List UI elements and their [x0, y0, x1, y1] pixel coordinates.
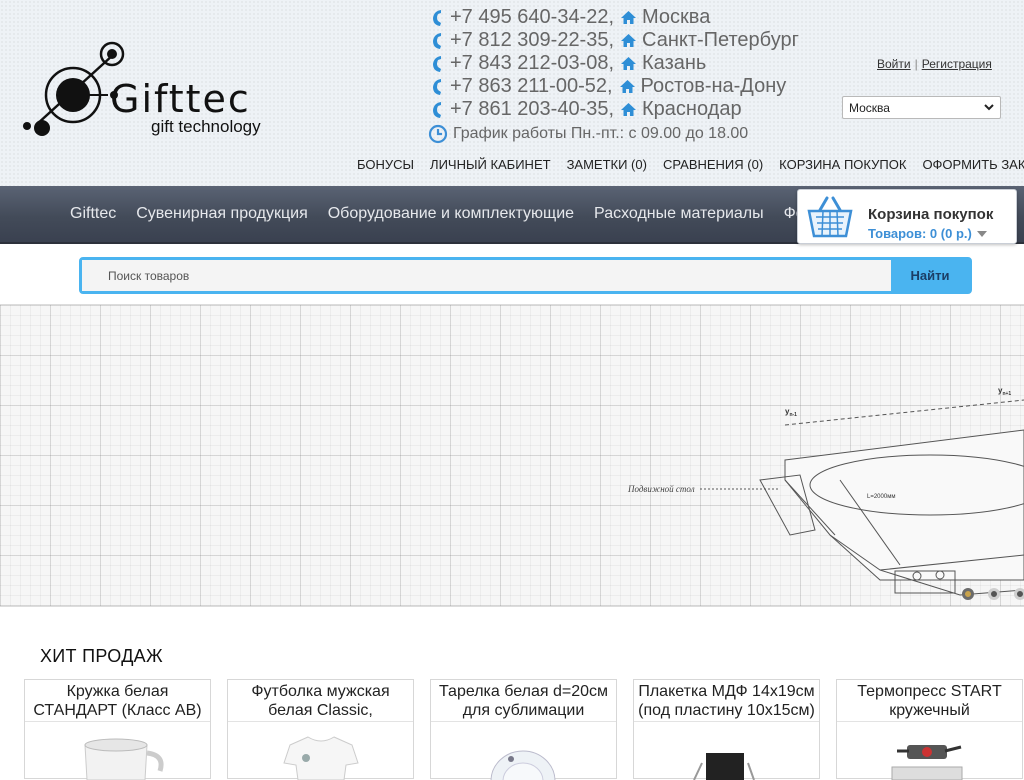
clock-icon	[428, 124, 448, 144]
contact-city: Ростов-на-Дону	[640, 75, 787, 97]
phone-number[interactable]: +7 861 203-40-35,	[450, 98, 614, 121]
phone-number[interactable]: +7 812 309-22-35,	[450, 29, 614, 52]
phone-number[interactable]: +7 495 640-34-22,	[450, 6, 614, 29]
main-nav-items: Gifttec Сувенирная продукция Оборудование …	[60, 186, 815, 242]
home-icon	[621, 103, 637, 116]
product-card[interactable]: Плакетка МДФ 14х19см (под пластину 10х15…	[633, 679, 820, 780]
cart-summary[interactable]: Товаров: 0 (0 р.)	[868, 226, 987, 241]
top-links: БОНУСЫ ЛИЧНЫЙ КАБИНЕТ ЗАМЕТКИ (0) СРАВНЕНИЯ…	[357, 157, 1024, 172]
contact-row: +7 812 309-22-35, Санкт-Петербург	[428, 29, 828, 52]
product-card[interactable]: Футболка мужская белая Classic,	[227, 679, 414, 780]
product-name[interactable]: Плакетка МДФ 14х19см (под пластину 10х15…	[634, 680, 819, 722]
register-link[interactable]: Регистрация	[922, 57, 992, 71]
search-button[interactable]: Найти	[891, 260, 969, 291]
login-link[interactable]: Войти	[877, 57, 911, 71]
cart-title: Корзина покупок	[868, 206, 994, 223]
home-icon	[621, 57, 637, 70]
phone-icon	[433, 55, 441, 72]
product-card[interactable]: Термопресс START кружечный	[836, 679, 1023, 780]
work-schedule: График работы Пн.-пт.: с 09.00 до 18.00	[428, 123, 828, 145]
contact-row: +7 495 640-34-22, Москва	[428, 6, 828, 29]
city-select[interactable]: Москва	[842, 96, 1001, 119]
plaque-image	[693, 753, 755, 780]
top-link[interactable]: БОНУСЫ	[357, 157, 414, 172]
contact-city: Краснодар	[642, 98, 742, 120]
caret-down-icon	[976, 231, 987, 237]
slider-dot-2[interactable]	[988, 588, 1000, 600]
top-link[interactable]: ОФОРМИТЬ ЗАКАЗ	[922, 157, 1024, 172]
banner-y2-sub: n+1	[1002, 391, 1011, 397]
top-link[interactable]: СРАВНЕНИЯ (0)	[663, 157, 763, 172]
contact-city: Казань	[642, 52, 707, 74]
home-icon	[619, 80, 635, 93]
logo-tagline: gift technology	[151, 117, 261, 136]
search-input[interactable]	[82, 260, 894, 291]
product-name[interactable]: Кружка белая СТАНДАРТ (Класс АВ)	[25, 680, 210, 722]
contact-city: Санкт-Петербург	[642, 29, 799, 51]
banner-y1-label: yn-1	[785, 407, 797, 418]
auth-separator: |	[914, 57, 918, 71]
work-schedule-text: График работы Пн.-пт.: с 09.00 до 18.00	[453, 125, 749, 142]
plate-image	[490, 750, 556, 780]
product-name[interactable]: Термопресс START кружечный	[837, 680, 1022, 722]
home-icon	[621, 11, 637, 24]
product-list: Кружка белая СТАНДАРТ (Класс АВ) Футболк…	[24, 679, 1024, 780]
nav-item[interactable]: Расходные материалы	[584, 205, 774, 223]
mug-image	[84, 738, 164, 780]
phone-number[interactable]: +7 843 212-03-08,	[450, 52, 614, 75]
nav-item[interactable]: Сувенирная продукция	[126, 205, 318, 223]
tshirt-image	[283, 736, 359, 780]
chevron-down-icon	[984, 104, 994, 111]
site-header: Gifttec gift technology +7 495 640-34-22…	[0, 0, 1024, 186]
basket-icon	[807, 196, 853, 238]
product-name[interactable]: Тарелка белая d=20см для сублимации	[431, 680, 616, 722]
contact-row: +7 863 211-00-52, Ростов-на-Дону	[428, 75, 828, 98]
logo-brand: Gifttec	[110, 77, 251, 121]
banner-dim-label: L=2000мм	[867, 494, 895, 500]
contact-city: Москва	[642, 6, 711, 28]
hero-banner[interactable]: Подвижной стол L=2000мм yn-1 yn+1	[0, 304, 1024, 607]
product-card[interactable]: Кружка белая СТАНДАРТ (Класс АВ)	[24, 679, 211, 780]
nav-item[interactable]: Gifttec	[60, 205, 126, 223]
auth-links: Войти | Регистрация	[877, 57, 992, 71]
product-card[interactable]: Тарелка белая d=20см для сублимации	[430, 679, 617, 780]
contact-list: +7 495 640-34-22, Москва +7 812 309-22-35,…	[428, 6, 828, 145]
heat-press-image	[891, 745, 963, 780]
site-logo[interactable]: Gifttec gift technology	[18, 40, 268, 145]
banner-drawing: Подвижной стол L=2000мм yn-1 yn+1	[627, 386, 1024, 596]
nav-item[interactable]: Оборудование и комплектующие	[318, 205, 584, 223]
product-name[interactable]: Футболка мужская белая Classic,	[228, 680, 413, 722]
search-bar: Найти	[79, 257, 972, 294]
phone-number[interactable]: +7 863 211-00-52,	[450, 75, 613, 98]
phone-icon	[433, 9, 441, 26]
cart-summary-text: Товаров: 0 (0 р.)	[868, 226, 972, 241]
banner-y2-label: yn+1	[998, 386, 1011, 397]
contact-row: +7 861 203-40-35, Краснодар	[428, 98, 828, 121]
contact-row: +7 843 212-03-08, Казань	[428, 52, 828, 75]
home-icon	[621, 34, 637, 47]
phone-icon	[433, 78, 441, 95]
cart-widget[interactable]: Корзина покупок Товаров: 0 (0 р.)	[797, 189, 1017, 244]
banner-y1-sub: n-1	[789, 412, 797, 418]
slider-dot-3[interactable]	[1014, 588, 1024, 600]
banner-label: Подвижной стол	[627, 484, 695, 494]
top-link[interactable]: ЗАМЕТКИ (0)	[567, 157, 647, 172]
phone-icon	[433, 101, 441, 118]
top-link[interactable]: КОРЗИНА ПОКУПОК	[779, 157, 906, 172]
top-link[interactable]: ЛИЧНЫЙ КАБИНЕТ	[430, 157, 551, 172]
city-select-value: Москва	[849, 101, 890, 115]
phone-icon	[433, 32, 441, 49]
section-title: ХИТ ПРОДАЖ	[40, 646, 163, 666]
slider-dot-1[interactable]	[962, 588, 974, 600]
